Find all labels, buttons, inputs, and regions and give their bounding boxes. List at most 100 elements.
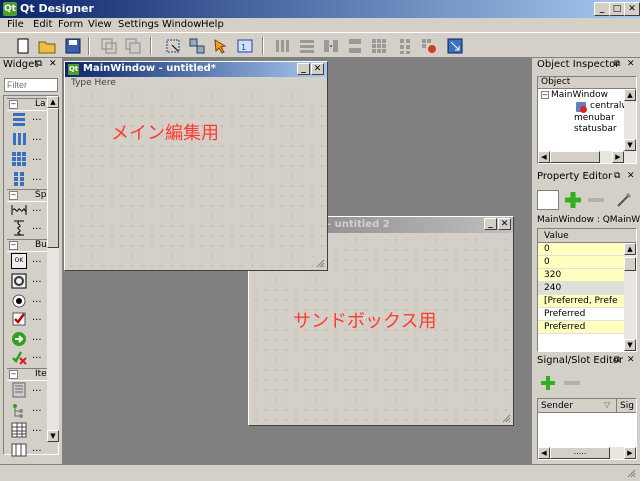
layout-grid-icon[interactable] bbox=[370, 37, 388, 55]
dock-close-icon[interactable]: ✕ bbox=[627, 355, 635, 365]
form2-close-button[interactable]: ✕ bbox=[498, 218, 511, 230]
float-icon[interactable]: ⧉ bbox=[614, 171, 620, 181]
edit-buddies-icon[interactable] bbox=[212, 37, 230, 55]
open-folder-icon[interactable] bbox=[38, 37, 56, 55]
property-table-scrollbar[interactable]: ▲ ▼ bbox=[624, 243, 636, 351]
tree-item-centralwidget[interactable]: centralw bbox=[590, 101, 629, 111]
widget-vertical-layout[interactable]: ... bbox=[11, 110, 47, 128]
property-value-width[interactable]: 320 bbox=[538, 269, 624, 282]
property-value-x[interactable]: 0 bbox=[538, 243, 624, 256]
sender-column-header[interactable]: Sender bbox=[541, 401, 573, 411]
widget-filter-input[interactable] bbox=[4, 78, 58, 92]
connection-table-hscroll[interactable]: ◀ ..... ▶ bbox=[538, 447, 636, 459]
widget-command-link[interactable]: ... bbox=[11, 330, 47, 348]
edit-widgets-icon[interactable] bbox=[164, 37, 182, 55]
form1-type-here[interactable]: Type Here bbox=[71, 78, 116, 88]
widget-vertical-spacer[interactable]: ... bbox=[11, 219, 47, 237]
widget-horizontal-layout[interactable]: ... bbox=[11, 130, 47, 148]
menu-help[interactable]: Help bbox=[201, 19, 224, 30]
minimize-button[interactable]: _ bbox=[594, 2, 610, 16]
tree-item-menubar[interactable]: menubar bbox=[574, 113, 615, 123]
form1-title-bar[interactable]: Qt MainWindow - untitled* _ ✕ bbox=[65, 62, 327, 77]
scroll-down-icon[interactable]: ▼ bbox=[624, 339, 636, 351]
hscroll-thumb[interactable]: ..... bbox=[550, 447, 610, 459]
widget-tree-view[interactable]: ... bbox=[11, 401, 47, 419]
remove-connection-icon[interactable] bbox=[564, 381, 580, 385]
menu-file[interactable]: File bbox=[7, 19, 24, 30]
object-tree[interactable]: Object − MainWindow centralw menubar sta… bbox=[537, 76, 637, 164]
scroll-right-icon[interactable]: ▶ bbox=[612, 151, 624, 163]
menu-form[interactable]: Form bbox=[58, 19, 83, 30]
menu-view[interactable]: View bbox=[88, 19, 112, 30]
connection-table[interactable]: Sender ▽ Sig ◀ ..... ▶ bbox=[537, 398, 637, 460]
widget-grid-layout[interactable]: ... bbox=[11, 150, 47, 168]
layout-form-icon[interactable] bbox=[396, 37, 414, 55]
widget-push-button[interactable]: OK... bbox=[11, 252, 47, 270]
widget-check-box[interactable]: ... bbox=[11, 310, 47, 328]
dock-close-icon[interactable]: ✕ bbox=[627, 59, 635, 69]
form2-minimize-button[interactable]: _ bbox=[484, 218, 497, 230]
widget-form-layout[interactable]: ... bbox=[11, 170, 47, 188]
menu-settings[interactable]: Settings bbox=[118, 19, 159, 30]
maximize-button[interactable]: □ bbox=[609, 2, 625, 16]
scroll-left-icon[interactable]: ◀ bbox=[538, 447, 550, 459]
float-icon[interactable]: ⧉ bbox=[36, 59, 42, 69]
widget-column-view[interactable]: ... bbox=[11, 441, 47, 459]
object-tree-hscroll[interactable]: ◀ ▶ bbox=[538, 151, 636, 163]
edit-signals-icon[interactable] bbox=[188, 37, 206, 55]
float-icon[interactable]: ⧉ bbox=[614, 59, 620, 69]
edit-tab-order-icon[interactable]: 1 bbox=[236, 37, 254, 55]
value-column-header[interactable]: Value bbox=[544, 231, 569, 241]
form1-close-button[interactable]: ✕ bbox=[311, 63, 324, 75]
property-value-height[interactable]: 240 bbox=[538, 282, 624, 295]
widget-table-view[interactable]: ... bbox=[11, 421, 47, 439]
app-title-bar[interactable]: Qt Qt Designer _ □ ✕ bbox=[0, 0, 640, 18]
status-resize-grip[interactable] bbox=[626, 468, 636, 478]
remove-dynamic-property-icon[interactable] bbox=[588, 198, 604, 202]
scroll-up-icon[interactable]: ▲ bbox=[624, 89, 636, 101]
property-table[interactable]: Value 0 0 320 240 [Preferred, Prefe Pref… bbox=[537, 228, 637, 352]
tree-item-statusbar[interactable]: statusbar bbox=[574, 124, 617, 134]
close-button[interactable]: ✕ bbox=[624, 2, 640, 16]
form1-canvas[interactable]: メイン編集用 bbox=[67, 91, 325, 268]
break-layout-icon[interactable] bbox=[420, 37, 438, 55]
hscroll-thumb[interactable] bbox=[550, 151, 600, 163]
column-divider[interactable] bbox=[616, 399, 617, 413]
layout-h-splitter-icon[interactable] bbox=[322, 37, 340, 55]
widget-button-box[interactable]: ... bbox=[11, 348, 47, 366]
menu-window[interactable]: Window bbox=[162, 19, 201, 30]
scroll-up-icon[interactable]: ▲ bbox=[624, 243, 636, 255]
scroll-down-icon[interactable]: ▼ bbox=[624, 139, 636, 151]
form-window-mainwindow[interactable]: Qt MainWindow - untitled* _ ✕ Type Here … bbox=[64, 61, 328, 271]
signal-column-header[interactable]: Sig bbox=[620, 401, 634, 411]
object-tree-header[interactable]: Object bbox=[538, 77, 636, 89]
form1-menubar[interactable]: Type Here bbox=[67, 78, 325, 90]
property-filter-input[interactable] bbox=[537, 190, 559, 210]
send-back-icon[interactable] bbox=[124, 37, 142, 55]
configure-icon[interactable] bbox=[614, 190, 634, 210]
save-icon[interactable] bbox=[64, 37, 82, 55]
add-connection-icon[interactable] bbox=[539, 374, 557, 392]
category-item-views[interactable]: − Item bbox=[7, 368, 56, 381]
scroll-left-icon[interactable]: ◀ bbox=[538, 151, 550, 163]
widget-tool-button[interactable]: ... bbox=[11, 272, 47, 290]
dock-close-icon[interactable]: ✕ bbox=[627, 171, 635, 181]
layout-horizontal-icon[interactable] bbox=[274, 37, 292, 55]
menu-edit[interactable]: Edit bbox=[33, 19, 52, 30]
form1-resize-grip[interactable] bbox=[315, 258, 325, 268]
tree-collapse-icon[interactable]: − bbox=[541, 91, 549, 99]
tree-item-mainwindow[interactable]: MainWindow bbox=[551, 90, 608, 100]
category-buttons[interactable]: − Bu bbox=[7, 239, 49, 252]
copy-icon[interactable] bbox=[100, 37, 118, 55]
new-file-icon[interactable] bbox=[14, 37, 32, 55]
scroll-up-icon[interactable]: ▲ bbox=[47, 96, 59, 108]
scroll-right-icon[interactable]: ▶ bbox=[624, 447, 636, 459]
property-value-y[interactable]: 0 bbox=[538, 256, 624, 269]
widget-horizontal-spacer[interactable]: ... bbox=[11, 201, 47, 219]
widget-radio-button[interactable]: ... bbox=[11, 292, 47, 310]
add-dynamic-property-icon[interactable] bbox=[563, 190, 583, 210]
dock-close-icon[interactable]: ✕ bbox=[49, 59, 57, 69]
widget-list-scrollbar[interactable]: ▲ ▼ bbox=[47, 96, 59, 442]
property-value-size-policy[interactable]: [Preferred, Prefe bbox=[538, 295, 624, 308]
scroll-down-icon[interactable]: ▼ bbox=[47, 430, 59, 442]
